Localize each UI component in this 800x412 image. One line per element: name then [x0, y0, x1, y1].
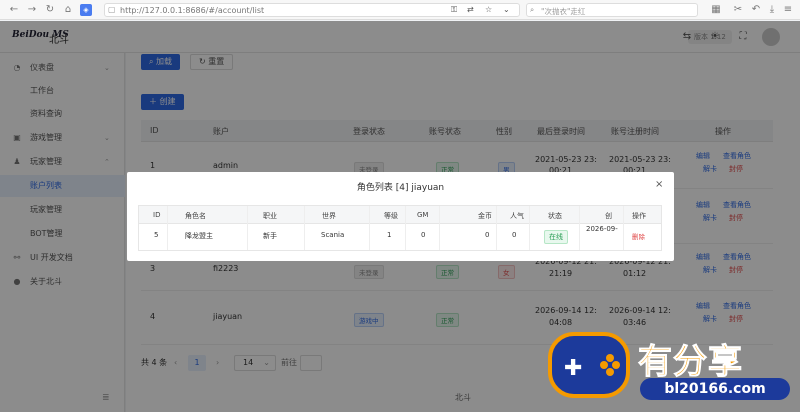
role-fame: 0 — [512, 231, 517, 239]
star-icon[interactable]: ☆ — [485, 5, 492, 14]
undo-icon[interactable]: ↶ — [750, 4, 762, 16]
menu-icon[interactable]: ≡ — [782, 4, 794, 16]
role-level: 1 — [387, 231, 392, 239]
cut-icon[interactable]: ✂ — [732, 4, 744, 16]
browser-search[interactable]: ⌕ "次抛衣"走红 — [526, 3, 698, 17]
address-bar[interactable]: ▢ http://127.0.0.1:8686/#/account/list ⚿… — [104, 3, 520, 17]
role-gm: 0 — [421, 231, 426, 239]
role-mesos: 0 — [485, 231, 490, 239]
watermark-brand: 有分享 — [638, 342, 743, 383]
delete-role-link[interactable]: 删除 — [632, 231, 645, 241]
search-icon: ⌕ — [530, 5, 535, 14]
role-created: 2026-09- — [586, 225, 618, 233]
forward-icon[interactable]: → — [26, 4, 38, 16]
role-job: 新手 — [263, 232, 277, 240]
download-icon[interactable]: ⤓ — [766, 4, 778, 16]
role-id: 5 — [154, 231, 159, 239]
grid-icon[interactable]: ▦ — [710, 4, 722, 16]
dialog-title: 角色列表 [4] jiayuan — [356, 183, 445, 193]
role-table-header: ID 角色名 职业 世界 等级 GM 金币 人气 状态 创 操作 — [139, 206, 661, 224]
watermark: ✚ 有分享 bl20166.com — [538, 328, 800, 412]
translate-icon[interactable]: ⇄ — [467, 5, 474, 14]
reload-icon[interactable]: ↻ — [44, 4, 56, 16]
page-info-icon: ▢ — [108, 5, 116, 14]
role-list-dialog: 角色列表 [4] jiayuan × ID 角色名 职业 世界 等级 GM 金币… — [127, 172, 674, 261]
role-world: Scania — [321, 231, 345, 239]
dropdown-icon[interactable]: ⌄ — [503, 5, 510, 14]
role-name: 降龙盟主 — [185, 232, 213, 240]
home-icon[interactable]: ⌂ — [62, 4, 74, 16]
browser-toolbar: ← → ↻ ⌂ ◈ ▢ http://127.0.0.1:8686/#/acco… — [0, 0, 800, 20]
extension-icon[interactable]: ◈ — [80, 4, 92, 16]
close-icon[interactable]: × — [655, 179, 663, 190]
key-icon[interactable]: ⚿ — [451, 5, 457, 15]
role-table: ID 角色名 职业 世界 等级 GM 金币 人气 状态 创 操作 5 降龙盟主 … — [138, 205, 662, 251]
url-text: http://127.0.0.1:8686/#/account/list — [120, 6, 265, 15]
role-state-badge: 在线 — [544, 230, 568, 244]
search-text: "次抛衣"走红 — [541, 7, 586, 16]
watermark-site: bl20166.com — [640, 378, 790, 400]
gamepad-logo-icon: ✚ — [548, 332, 630, 398]
back-icon[interactable]: ← — [8, 4, 20, 16]
